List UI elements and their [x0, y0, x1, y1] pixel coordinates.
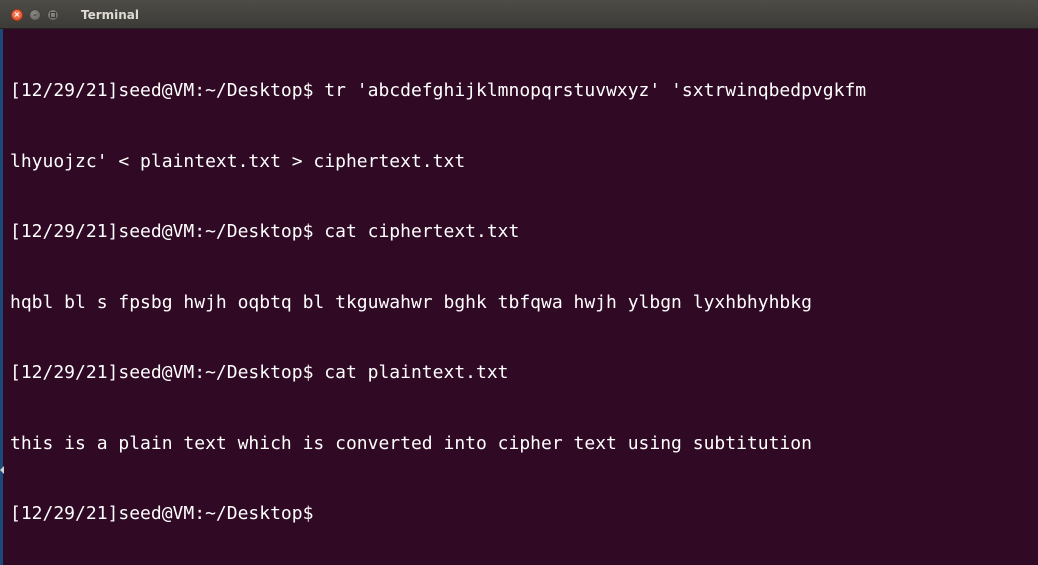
terminal-line: hqbl bl s fpsbg hwjh oqbtq bl tkguwahwr … — [10, 291, 812, 313]
terminal-line: lhyuojzc' < plaintext.txt > ciphertext.t… — [10, 150, 466, 172]
terminal-output: [12/29/21]seed@VM:~/Desktop$ tr 'abcdefg… — [10, 32, 866, 565]
terminal-area[interactable]: [12/29/21]seed@VM:~/Desktop$ tr 'abcdefg… — [0, 29, 1038, 565]
terminal-prompt: [12/29/21]seed@VM:~/Desktop$ — [10, 503, 314, 524]
window-title: Terminal — [81, 8, 140, 22]
title-bar[interactable]: × – Terminal — [0, 0, 1038, 29]
minimize-button[interactable]: – — [29, 9, 41, 21]
terminal-window: × – Terminal [12/29/21]seed@VM:~/Desktop… — [0, 0, 1038, 565]
terminal-line: this is a plain text which is converted … — [10, 432, 812, 454]
terminal-line: [12/29/21]seed@VM:~/Desktop$ cat ciphert… — [10, 221, 520, 242]
close-icon: × — [13, 10, 21, 19]
minimize-icon: – — [33, 10, 37, 19]
terminal-line: [12/29/21]seed@VM:~/Desktop$ cat plainte… — [10, 362, 509, 383]
terminal-line: [12/29/21]seed@VM:~/Desktop$ tr 'abcdefg… — [10, 80, 867, 101]
side-arrow-icon — [0, 466, 4, 474]
close-button[interactable]: × — [11, 9, 23, 21]
maximize-icon — [48, 10, 58, 20]
maximize-button[interactable] — [47, 9, 59, 21]
